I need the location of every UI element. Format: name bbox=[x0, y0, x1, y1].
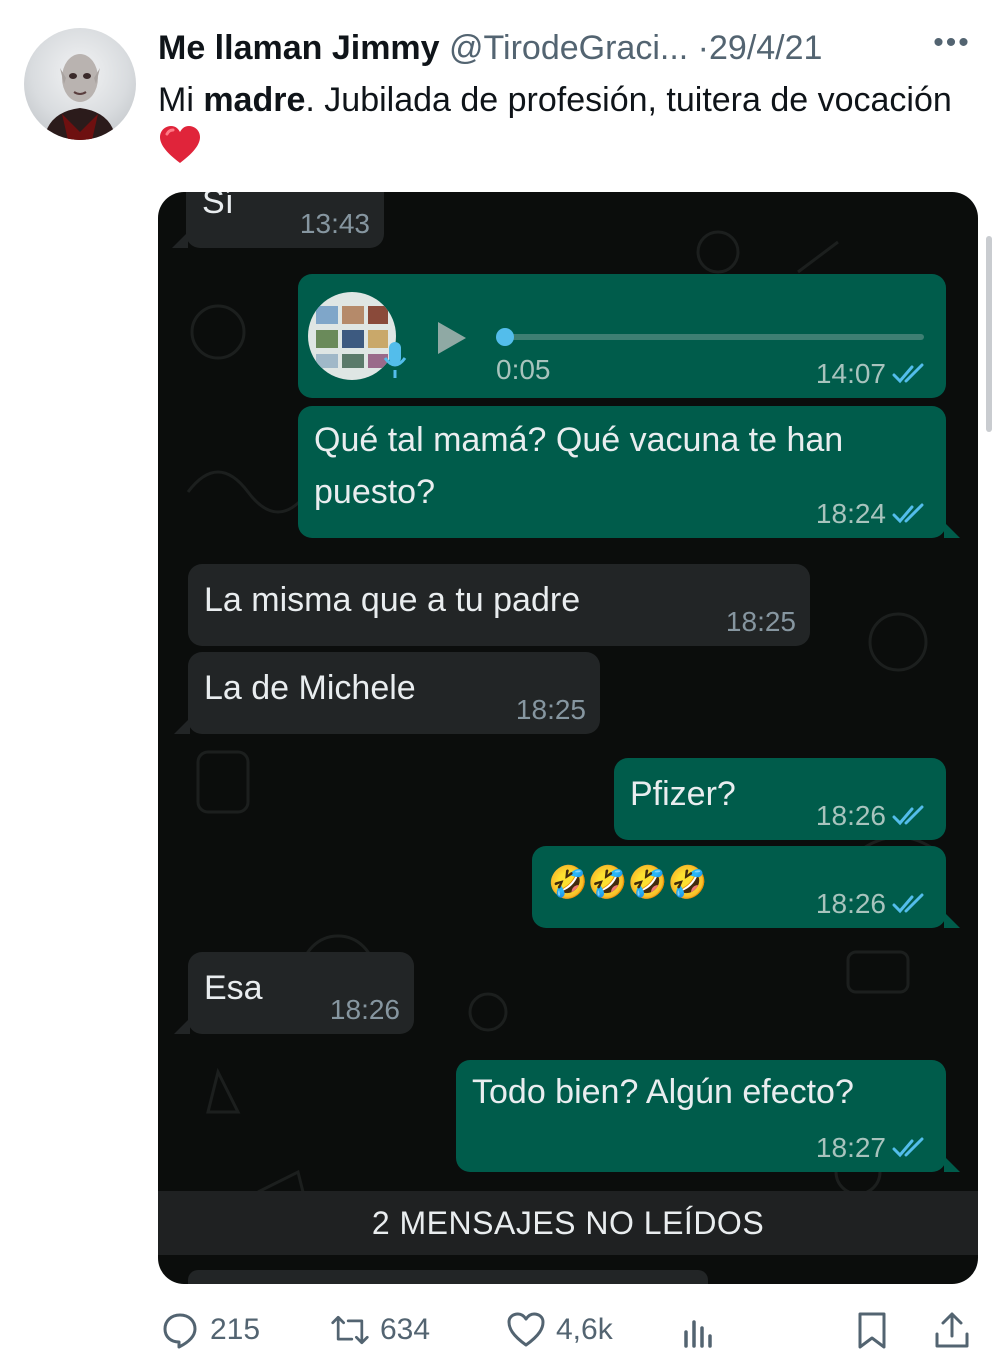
message-time: 13:43 bbox=[299, 208, 370, 239]
message-time-group: 18:24 bbox=[816, 496, 932, 532]
page-scrollbar[interactable] bbox=[986, 236, 992, 432]
separator-dot: · bbox=[697, 29, 709, 67]
tweet-date[interactable]: 29/4/21 bbox=[709, 29, 822, 67]
message-incoming[interactable]: Sí 13:43 bbox=[172, 192, 384, 248]
message-text: Todo bien? Algún efecto? bbox=[472, 1073, 854, 1111]
share-icon bbox=[935, 1312, 969, 1348]
message-time-group: 14:07 bbox=[816, 356, 932, 392]
message-time: 18:27 bbox=[815, 1132, 886, 1163]
read-ticks-icon bbox=[892, 363, 924, 384]
heart-icon bbox=[507, 1312, 545, 1347]
voice-message[interactable]: 0:05 14:07 bbox=[298, 274, 946, 398]
message-incoming[interactable]: Esa 18:26 bbox=[174, 952, 414, 1034]
message-time-group: 18:27 bbox=[816, 1130, 932, 1166]
tweet-text: Mi madre. Jubilada de profesión, tuitera… bbox=[158, 76, 958, 178]
tweet-text-bold: madre bbox=[203, 81, 306, 119]
retweet-count: 634 bbox=[380, 1313, 431, 1346]
unread-messages-banner: 2 MENSAJES NO LEÍDOS bbox=[158, 1191, 978, 1255]
bookmark-icon bbox=[858, 1312, 886, 1349]
reply-count: 215 bbox=[210, 1313, 261, 1346]
like-count: 4,6k bbox=[556, 1313, 613, 1346]
analytics-icon bbox=[684, 1320, 712, 1348]
attached-image-chat-screenshot[interactable]: Sí 13:43 0:05 14:07 Qué tal mamá? Qué va… bbox=[158, 192, 978, 1284]
message-time: 14:07 bbox=[815, 358, 886, 389]
reply-button[interactable]: 215 bbox=[160, 1308, 260, 1352]
retweet-icon bbox=[331, 1315, 369, 1345]
next-message-peek bbox=[188, 1270, 708, 1284]
more-options-button[interactable]: ••• bbox=[932, 28, 972, 58]
message-time: 18:26 bbox=[815, 888, 886, 919]
red-heart-icon bbox=[158, 125, 202, 178]
author-name[interactable]: Me llaman Jimmy bbox=[158, 29, 440, 67]
author-avatar[interactable] bbox=[24, 28, 136, 140]
message-outgoing-emoji[interactable]: 🤣🤣🤣🤣 18:26 bbox=[532, 846, 960, 928]
message-time: 18:25 bbox=[515, 694, 586, 725]
read-ticks-icon bbox=[892, 1137, 924, 1158]
reply-icon bbox=[163, 1313, 197, 1349]
message-incoming[interactable]: La misma que a tu padre 18:25 bbox=[188, 564, 810, 646]
message-text: La de Michele bbox=[204, 669, 416, 707]
audio-progress-thumb[interactable] bbox=[496, 328, 514, 346]
message-text: Sí bbox=[202, 192, 235, 221]
views-button[interactable] bbox=[680, 1308, 720, 1352]
like-button[interactable]: 4,6k bbox=[506, 1308, 613, 1352]
tweet-header: Me llaman Jimmy @TirodeGraci... ·29/4/21 bbox=[158, 26, 958, 70]
author-handle[interactable]: @TirodeGraci... bbox=[449, 29, 688, 67]
avatar-portrait bbox=[44, 54, 116, 140]
message-time: 18:24 bbox=[815, 498, 886, 529]
tweet-actions-bar: 215 634 4,6k bbox=[0, 1300, 1000, 1360]
message-time-group: 18:26 bbox=[816, 886, 932, 922]
message-time: 18:26 bbox=[329, 994, 400, 1025]
message-text-emoji: 🤣🤣🤣🤣 bbox=[548, 864, 708, 900]
play-icon[interactable] bbox=[432, 318, 472, 358]
message-time: 18:26 bbox=[815, 800, 886, 831]
message-time: 18:25 bbox=[725, 606, 796, 637]
tweet-text-prefix: Mi bbox=[158, 81, 204, 119]
message-time-group: 18:26 bbox=[816, 798, 932, 834]
read-ticks-icon bbox=[892, 805, 924, 826]
bookmark-button[interactable] bbox=[852, 1308, 892, 1352]
message-incoming[interactable]: La de Michele 18:25 bbox=[174, 652, 600, 734]
share-button[interactable] bbox=[932, 1308, 972, 1352]
message-text-line-2: puesto? bbox=[314, 473, 435, 511]
message-text: Pfizer? bbox=[630, 775, 736, 813]
message-outgoing[interactable]: Pfizer? 18:26 bbox=[614, 758, 946, 840]
microphone-icon bbox=[382, 340, 408, 380]
message-text-line-1: Qué tal mamá? Qué vacuna te han bbox=[314, 421, 844, 459]
audio-progress-track[interactable] bbox=[504, 334, 924, 340]
tweet-text-rest: . Jubilada de profesión, tuitera de voca… bbox=[305, 81, 952, 119]
read-ticks-icon bbox=[892, 503, 924, 524]
message-text: Esa bbox=[204, 969, 263, 1007]
message-text: La misma que a tu padre bbox=[204, 581, 581, 619]
message-outgoing[interactable]: Qué tal mamá? Qué vacuna te han puesto? … bbox=[298, 406, 960, 538]
retweet-button[interactable]: 634 bbox=[330, 1308, 430, 1352]
message-outgoing[interactable]: Todo bien? Algún efecto? 18:27 bbox=[456, 1060, 960, 1172]
read-ticks-icon bbox=[892, 893, 924, 914]
voice-duration: 0:05 bbox=[496, 354, 551, 385]
